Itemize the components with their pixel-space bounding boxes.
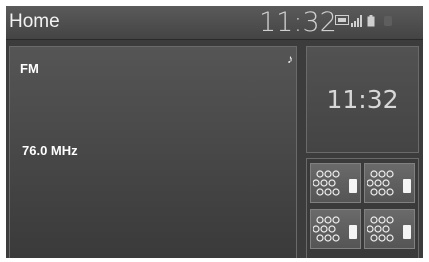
radio-band-label: FM xyxy=(20,61,39,76)
network-icon xyxy=(384,16,392,26)
preset-icon xyxy=(313,216,357,242)
music-note-icon: ♪ xyxy=(287,52,293,66)
page-title: Home xyxy=(9,11,60,32)
preset-button-2[interactable] xyxy=(364,163,415,203)
header-bar: Home 11:32 xyxy=(6,6,423,40)
status-clock: 11:32 xyxy=(259,7,337,38)
bluetooth-icon xyxy=(335,15,349,25)
signal-bars-icon xyxy=(351,15,362,27)
clock-tile[interactable]: 11:32 xyxy=(306,46,419,153)
radio-panel[interactable]: FM ♪ 76.0 MHz xyxy=(9,46,297,258)
preset-button-3[interactable] xyxy=(310,209,361,249)
preset-button-4[interactable] xyxy=(364,209,415,249)
preset-icon xyxy=(367,170,411,196)
preset-icon xyxy=(367,216,411,242)
presets-panel xyxy=(306,158,419,258)
battery-icon xyxy=(367,15,375,27)
radio-frequency: 76.0 MHz xyxy=(22,143,78,158)
preset-button-1[interactable] xyxy=(310,163,361,203)
preset-icon xyxy=(313,170,357,196)
clock-tile-time: 11:32 xyxy=(326,85,399,114)
home-screen: Home 11:32 FM ♪ 76.0 MHz 11:32 xyxy=(6,6,423,258)
